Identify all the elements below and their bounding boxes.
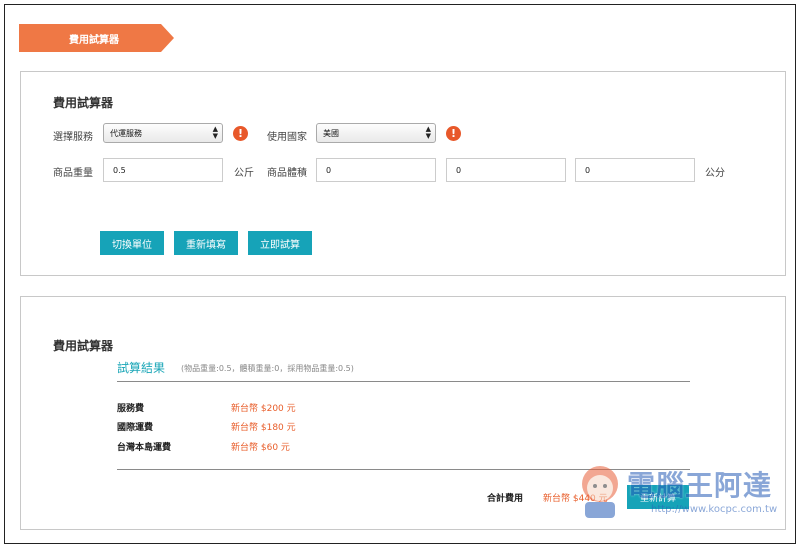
intl-shipping-label: 國際運費	[117, 423, 154, 433]
weight-input[interactable]: 0.5	[103, 158, 223, 182]
service-select[interactable]: 代運服務 ▲ ▼	[103, 123, 223, 143]
volume-label: 商品體積	[267, 168, 307, 179]
calculator-panel: 費用試算器 選擇服務 代運服務 ▲ ▼ ! 使用國家 美國 ▲ ▼ ! 商品重量 0…	[20, 71, 786, 276]
volume-length-value: 0	[326, 165, 332, 175]
total-label: 合計費用	[487, 494, 524, 504]
ribbon-label: 費用試算器	[69, 34, 119, 46]
select-arrows-icon: ▲ ▼	[212, 125, 218, 140]
volume-width-value: 0	[456, 165, 462, 175]
result-note: (物品重量:0.5，體積重量:0，採用物品重量:0.5)	[181, 364, 354, 373]
calculator-title: 費用試算器	[53, 96, 114, 110]
select-arrows-icon: ▲ ▼	[425, 125, 431, 140]
volume-unit: 公分	[705, 168, 725, 179]
calculate-button[interactable]: 立即試算	[248, 231, 312, 255]
service-warning-icon[interactable]: !	[233, 126, 248, 141]
domestic-shipping-value: 新台幣 $60 元	[231, 443, 290, 453]
country-select[interactable]: 美國 ▲ ▼	[316, 123, 436, 143]
mascot-logo-icon	[582, 466, 618, 518]
domestic-shipping-label: 台灣本島運費	[117, 443, 172, 453]
result-divider-top	[117, 381, 690, 382]
switch-unit-button[interactable]: 切換單位	[100, 231, 164, 255]
weight-label: 商品重量	[53, 168, 93, 179]
service-label: 選擇服務	[53, 132, 93, 143]
weight-unit: 公斤	[234, 168, 254, 179]
watermark: 電腦王阿達 http://www.kocpc.com.tw	[575, 458, 785, 528]
country-label: 使用國家	[267, 132, 307, 143]
service-fee-value: 新台幣 $200 元	[231, 404, 296, 414]
volume-length-input[interactable]: 0	[316, 158, 436, 182]
page-ribbon: 費用試算器	[19, 24, 174, 52]
weight-input-value: 0.5	[113, 165, 126, 175]
volume-height-input[interactable]: 0	[575, 158, 695, 182]
service-fee-label: 服務費	[117, 404, 145, 414]
volume-width-input[interactable]: 0	[446, 158, 566, 182]
country-select-value: 美國	[323, 128, 339, 138]
reset-button[interactable]: 重新填寫	[174, 231, 238, 255]
volume-height-value: 0	[585, 165, 591, 175]
watermark-text: 電腦王阿達	[627, 469, 773, 502]
result-title: 試算結果	[117, 361, 166, 375]
result-panel-title: 費用試算器	[53, 339, 114, 353]
watermark-url: http://www.kocpc.com.tw	[651, 504, 778, 515]
country-warning-icon[interactable]: !	[446, 126, 461, 141]
intl-shipping-value: 新台幣 $180 元	[231, 423, 296, 433]
service-select-value: 代運服務	[110, 128, 142, 138]
